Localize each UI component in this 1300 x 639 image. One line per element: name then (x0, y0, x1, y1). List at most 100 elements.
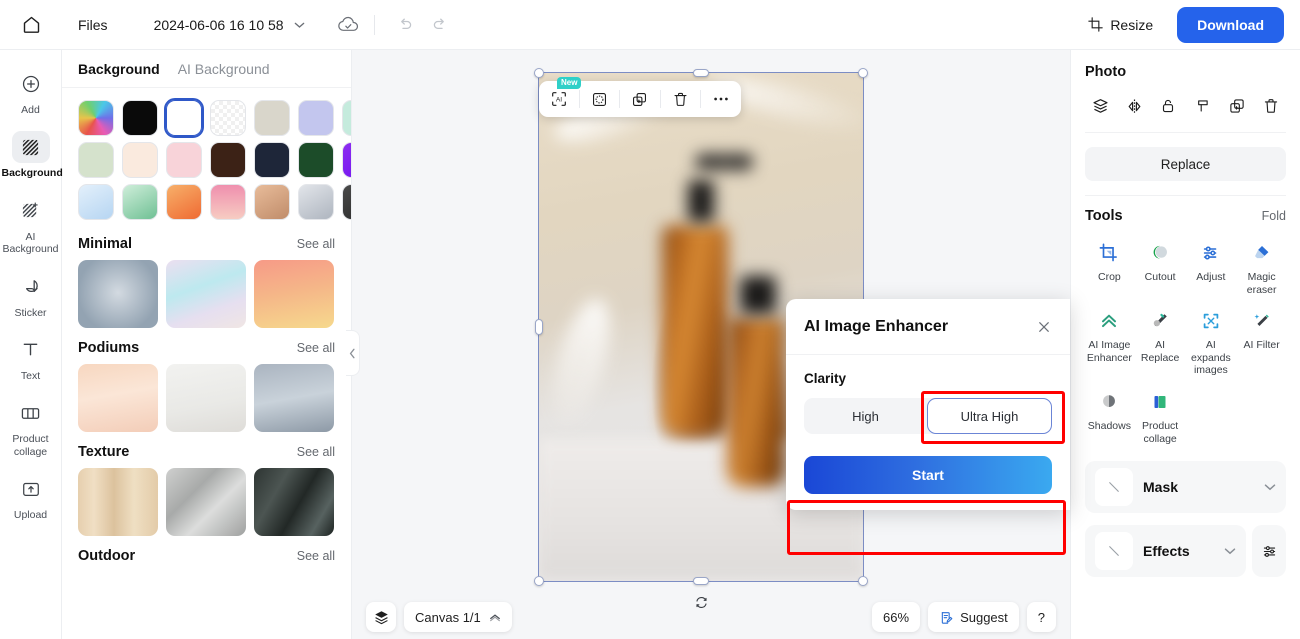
swatch-violet[interactable] (342, 142, 351, 178)
background-thumbnail[interactable] (166, 364, 246, 432)
rail-item-add[interactable]: Add (2, 62, 60, 120)
background-thumbnail[interactable] (166, 260, 246, 328)
layers-order-icon[interactable] (1087, 94, 1113, 118)
clarity-option-ultra-high[interactable]: Ultra High (927, 398, 1052, 434)
close-icon[interactable] (1036, 319, 1052, 335)
cloud-saved-icon[interactable] (337, 16, 360, 34)
swatch-green-gradient[interactable] (122, 184, 158, 220)
home-icon[interactable] (0, 14, 62, 35)
swatch-mint[interactable] (342, 100, 351, 136)
resize-handle-bottom[interactable] (693, 577, 709, 585)
swatch-cream[interactable] (122, 142, 158, 178)
tool-label: AI Filter (1243, 339, 1280, 352)
tool-product-collage[interactable]: Product collage (1136, 385, 1185, 449)
rail-item-product-collage[interactable]: Product collage (2, 391, 60, 462)
sliders-icon[interactable] (1252, 525, 1286, 578)
see-all-link[interactable]: See all (297, 445, 335, 459)
swatch-pink-gradient[interactable] (210, 184, 246, 220)
rail-item-text[interactable]: Text (2, 328, 60, 386)
swatch-tan-gradient[interactable] (254, 184, 290, 220)
rail-item-ai-background[interactable]: AI Background (2, 189, 60, 260)
swatch-navy[interactable] (254, 142, 290, 178)
resize-handle-left[interactable] (535, 319, 543, 335)
background-thumbnail[interactable] (166, 468, 246, 536)
resize-handle-top-right[interactable] (858, 68, 868, 78)
swatch-sage[interactable] (78, 142, 114, 178)
swatch-orange-gradient[interactable] (166, 184, 202, 220)
suggest-button[interactable]: Suggest (928, 602, 1019, 632)
swatch-light-blue-gradient[interactable] (78, 184, 114, 220)
tool-adjust[interactable]: Adjust (1187, 236, 1236, 300)
resize-handle-top-left[interactable] (534, 68, 544, 78)
align-icon[interactable] (1190, 94, 1216, 118)
rail-item-background[interactable]: Background (2, 125, 63, 183)
layers-icon[interactable] (366, 602, 396, 632)
panel-collapse-toggle[interactable] (346, 330, 360, 376)
swatch-white[interactable] (164, 98, 204, 138)
background-thumbnail[interactable] (78, 468, 158, 536)
swatch-forest-green[interactable] (298, 142, 334, 178)
crop-resize-icon (1088, 17, 1104, 32)
background-thumbnail[interactable] (254, 364, 334, 432)
background-thumbnail[interactable] (254, 468, 334, 536)
tool-cutout[interactable]: Cutout (1136, 236, 1185, 300)
flip-icon[interactable] (1121, 94, 1147, 118)
rail-item-sticker[interactable]: Sticker (2, 265, 60, 323)
duplicate-icon[interactable] (620, 81, 660, 117)
tool-shadows[interactable]: Shadows (1085, 385, 1134, 449)
resize-handle-top[interactable] (693, 69, 709, 77)
resize-handle-bottom-right[interactable] (858, 576, 868, 586)
mask-thumbnail (1095, 468, 1133, 507)
download-button[interactable]: Download (1177, 6, 1284, 43)
zoom-level[interactable]: 66% (872, 602, 921, 632)
ai-filter-icon (1249, 308, 1275, 334)
resize-button[interactable]: Resize (1078, 10, 1163, 40)
resize-handle-bottom-left[interactable] (534, 576, 544, 586)
see-all-link[interactable]: See all (297, 237, 335, 251)
tab-ai-background[interactable]: AI Background (178, 61, 270, 77)
shadows-icon (1096, 389, 1122, 415)
swatch-transparent[interactable] (210, 100, 246, 136)
delete-trash-icon[interactable] (661, 81, 701, 117)
tool-ai-replace[interactable]: AI Replace (1136, 304, 1185, 381)
fold-toggle[interactable]: Fold (1262, 209, 1286, 223)
see-all-link[interactable]: See all (297, 341, 335, 355)
swatch-periwinkle[interactable] (298, 100, 334, 136)
replace-button[interactable]: Replace (1085, 147, 1286, 181)
rail-item-upload[interactable]: Upload (2, 467, 60, 525)
swatch-blush-pink[interactable] (166, 142, 202, 178)
background-thumbnail[interactable] (254, 260, 334, 328)
tool-crop[interactable]: Crop (1085, 236, 1134, 300)
swatch-beige[interactable] (254, 100, 290, 136)
clarity-option-high[interactable]: High (804, 398, 927, 434)
swatch-rainbow[interactable] (78, 100, 114, 136)
swatch-charcoal[interactable] (342, 184, 351, 220)
start-button[interactable]: Start (804, 456, 1052, 494)
swatch-black[interactable] (122, 100, 158, 136)
filename-dropdown[interactable]: 2024-06-06 16 10 58 (142, 17, 317, 33)
cutout-circle-icon[interactable] (580, 81, 620, 117)
lock-icon[interactable] (1155, 94, 1181, 118)
duplicate-icon[interactable] (1224, 94, 1250, 118)
effects-row[interactable]: Effects (1085, 525, 1246, 578)
undo-icon[interactable] (389, 16, 423, 33)
delete-trash-icon[interactable] (1258, 94, 1284, 118)
tool-ai-filter[interactable]: AI Filter (1237, 304, 1286, 381)
canvas-selector[interactable]: Canvas 1/1 (404, 602, 512, 632)
tool-ai-expands-images[interactable]: AI expands images (1187, 304, 1236, 381)
mask-row[interactable]: Mask (1085, 461, 1286, 514)
see-all-link[interactable]: See all (297, 549, 335, 563)
rail-label-add: Add (21, 104, 40, 116)
tool-ai-image-enhancer[interactable]: AI Image Enhancer (1085, 304, 1134, 381)
tab-background[interactable]: Background (78, 61, 160, 77)
redo-icon[interactable] (423, 16, 457, 33)
tool-magic-eraser[interactable]: Magic eraser (1237, 236, 1286, 300)
files-menu[interactable]: Files (62, 17, 124, 33)
help-button[interactable]: ? (1026, 602, 1056, 632)
more-dots-icon[interactable] (701, 81, 741, 117)
swatch-dark-brown[interactable] (210, 142, 246, 178)
swatch-silver-gradient[interactable] (298, 184, 334, 220)
background-thumbnail[interactable] (78, 364, 158, 432)
ai-enhance-icon[interactable]: AI New (539, 77, 582, 117)
background-thumbnail[interactable] (78, 260, 158, 328)
